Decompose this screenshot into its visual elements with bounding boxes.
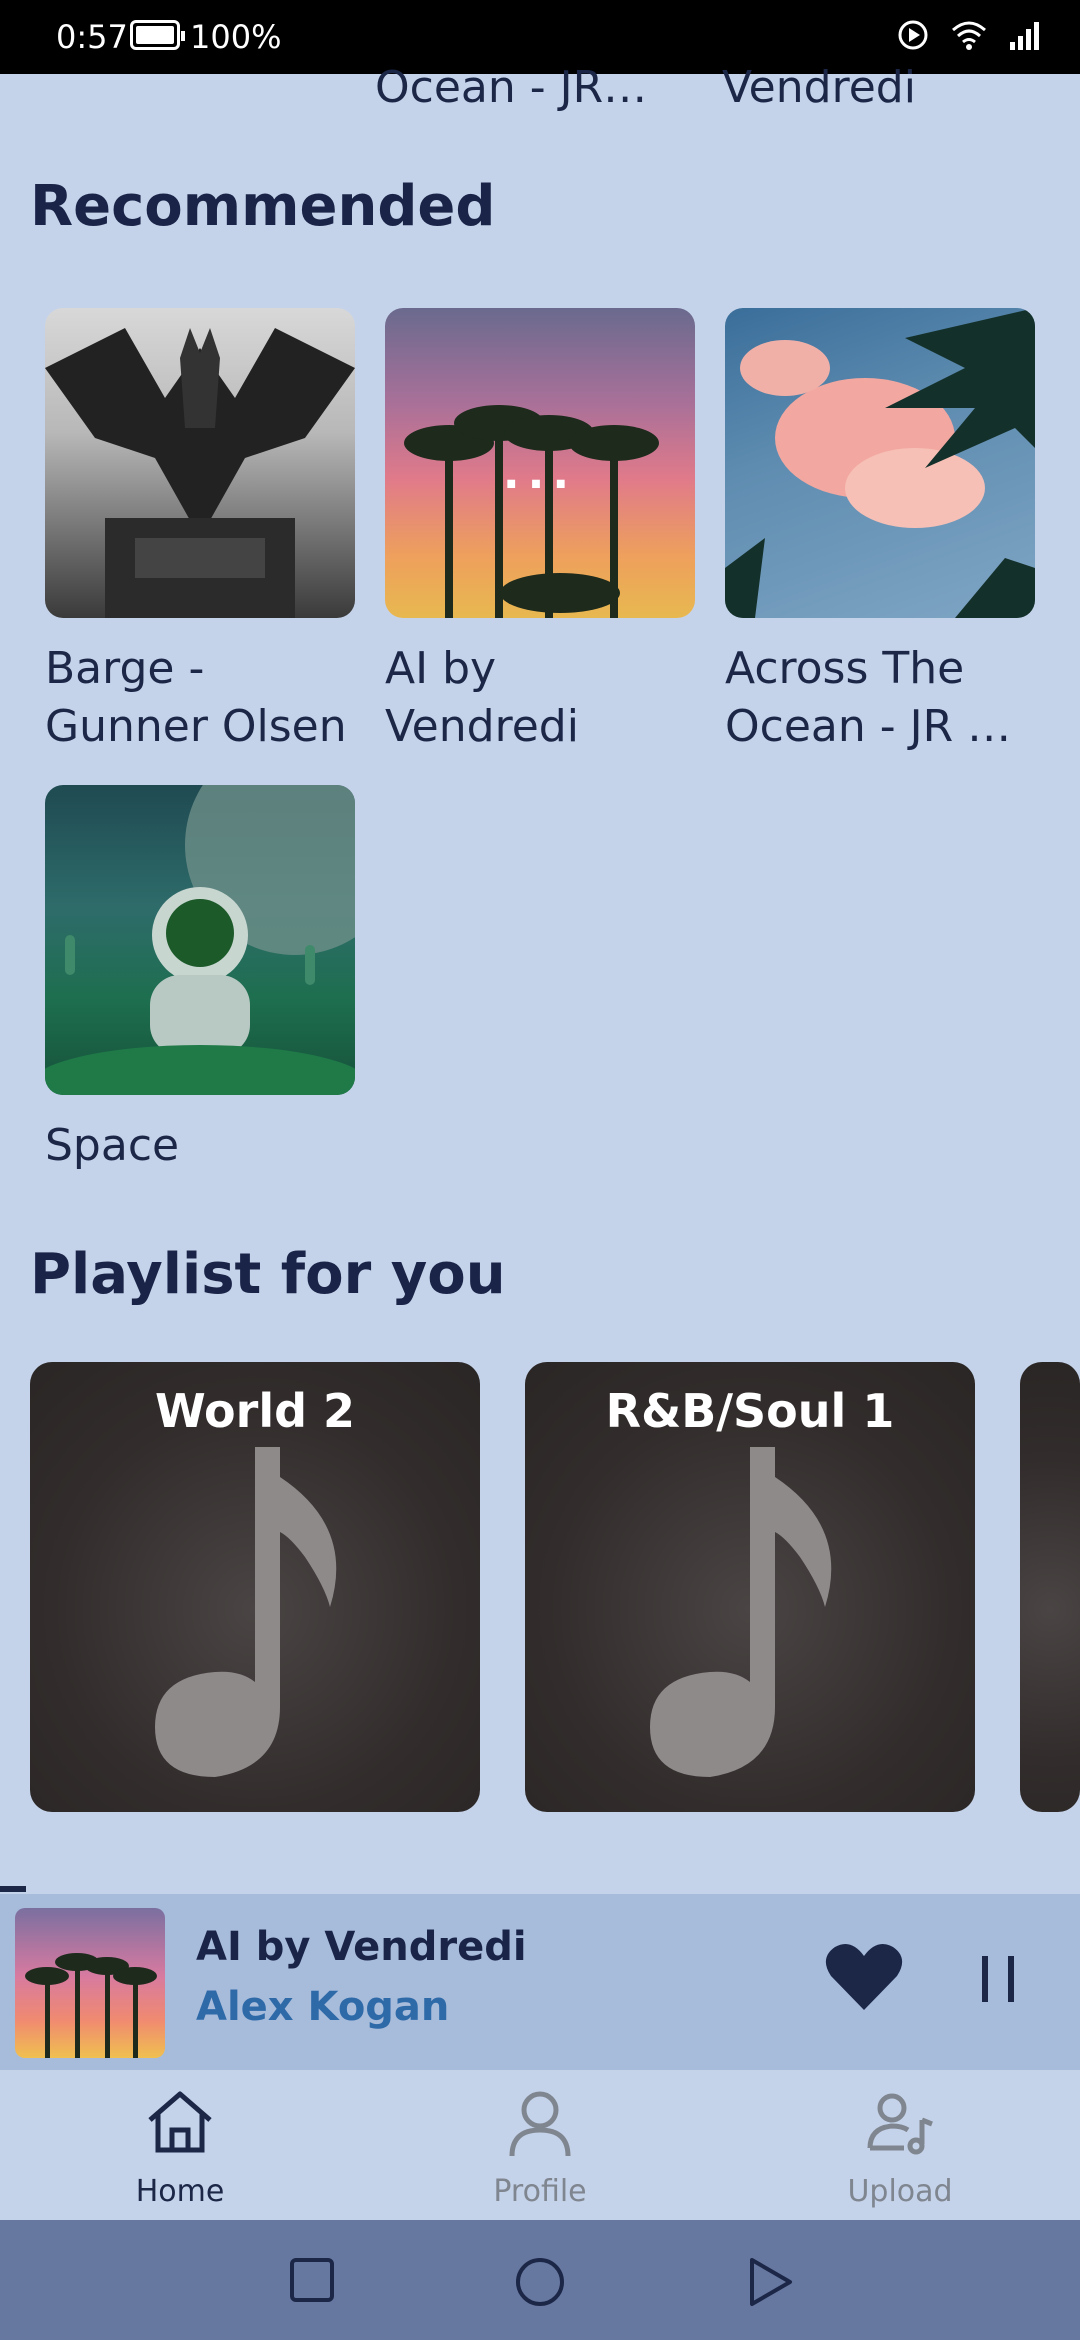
nav-label: Home [135,2174,225,2209]
playlist-title: R&B/Soul 1 [605,1384,895,1438]
album-art-palm-clouds [725,308,1035,618]
card-title: AI by Vendredi [385,643,579,752]
partial-card-label: Ocean - JR… [375,62,648,113]
playlist-card-partial[interactable] [1020,1362,1080,1812]
nav-home[interactable]: Home [80,2086,280,2209]
mini-player-art [15,1908,165,2058]
status-time: 0:57 [56,18,128,56]
now-playing-artist[interactable]: Alex Kogan [196,1984,449,2030]
album-art-batman [45,308,355,618]
recommended-card[interactable]: Across The Ocean - JR … [725,308,1035,756]
home-icon [148,2091,212,2153]
home-circle-icon[interactable] [514,2256,566,2308]
recommended-title: Recommended [30,174,496,239]
nav-label: Profile [493,2174,587,2209]
loading-indicator: ... [502,448,578,499]
now-playing-title: AI by Vendredi [196,1924,527,1970]
upload-music-icon [867,2093,933,2155]
playlist-section-title: Playlist for you [30,1242,506,1307]
recommended-card[interactable]: Space [45,785,355,1175]
back-triangle-icon[interactable] [746,2256,794,2308]
signal-icon [1010,22,1039,50]
card-title: Across The Ocean - JR … [725,643,1012,752]
album-art-palms-sunset: ... [385,308,695,618]
playlist-card[interactable]: World 2 [30,1362,480,1812]
mini-player[interactable]: AI by Vendredi Alex Kogan [0,1894,1080,2070]
recommended-card[interactable]: ... AI by Vendredi [385,308,695,756]
wifi-icon [952,21,986,50]
partial-card-label: Vendredi [722,62,916,113]
battery-percent: 100% [190,18,282,56]
nav-label: Upload [847,2174,953,2209]
play-circle-icon [898,20,928,50]
recommended-card[interactable]: Barge - Gunner Olsen [45,308,355,756]
card-title: Barge - Gunner Olsen [45,643,347,752]
system-navigation-bar [0,2220,1080,2340]
profile-icon [509,2091,571,2157]
bottom-navigation: Home Profile Upload [0,2070,1080,2220]
nav-upload[interactable]: Upload [800,2086,1000,2209]
album-art-astronaut [45,785,355,1095]
playlist-title: World 2 [154,1384,356,1438]
nav-profile[interactable]: Profile [440,2086,640,2209]
heart-icon[interactable] [825,1942,903,2012]
card-title: Space [45,1120,180,1171]
pause-button[interactable] [982,1956,1018,2002]
playback-progress [0,1886,26,1892]
recents-icon[interactable] [288,2256,336,2304]
battery-icon [130,20,185,50]
music-note-icon [155,1447,337,1777]
playlist-card[interactable]: R&B/Soul 1 [525,1362,975,1812]
music-note-icon [650,1447,832,1777]
